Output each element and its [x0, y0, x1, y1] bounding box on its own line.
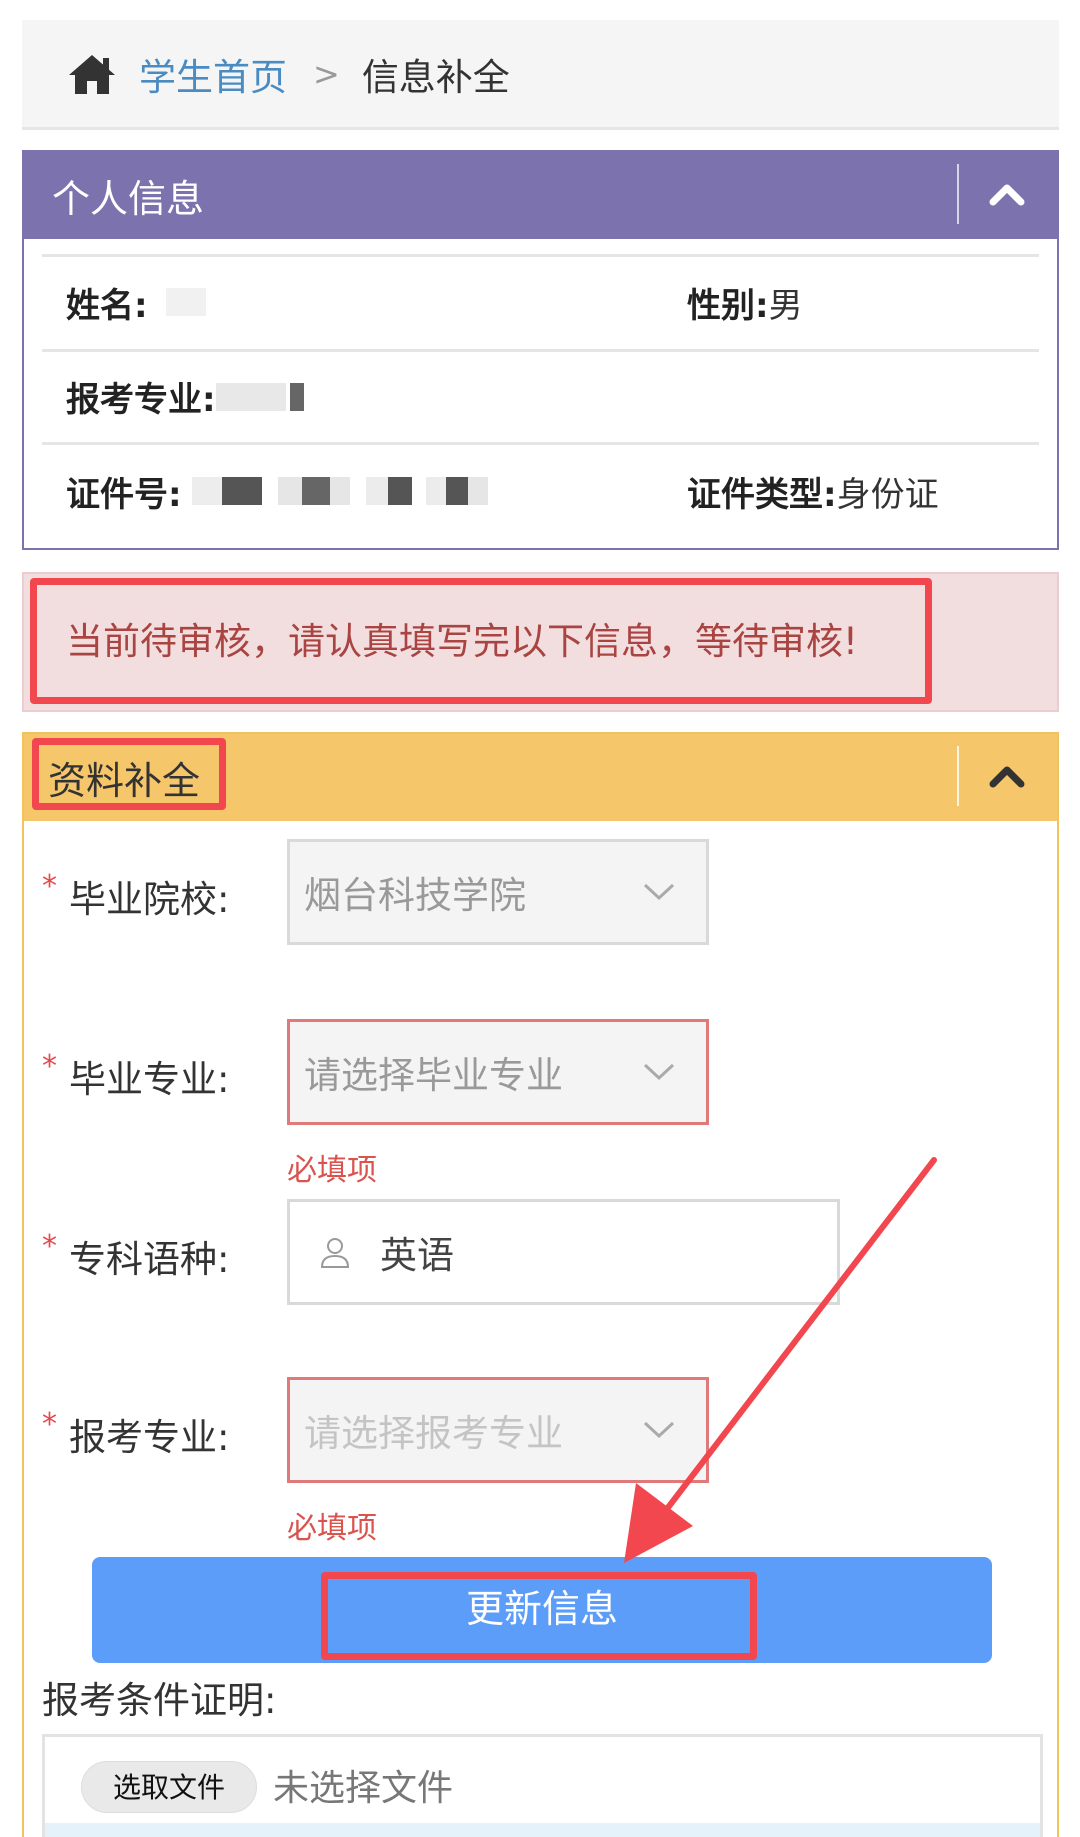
chevron-up-icon[interactable] — [977, 165, 1037, 225]
apply-major-label: * 报考专业: — [42, 1407, 229, 1461]
required-mark: * — [42, 1229, 57, 1264]
file-status: 未选择文件 — [273, 1768, 454, 1809]
apply-major-select[interactable]: 请选择报考专业 — [287, 1377, 709, 1483]
apply-major-label-text: 报考专业: — [69, 1416, 230, 1459]
header-divider — [957, 164, 959, 224]
id-redacted — [191, 477, 488, 505]
upload-strip — [45, 1823, 1040, 1837]
grad-major-error: 必填项 — [287, 1153, 377, 1188]
highlight-box-section-title — [32, 738, 226, 810]
language-label-text: 专科语种: — [69, 1238, 230, 1281]
home-icon[interactable] — [67, 52, 117, 96]
required-mark: * — [42, 869, 57, 904]
breadcrumb-current: 信息补全 — [361, 55, 510, 99]
upload-box: 选取文件 未选择文件 — [42, 1734, 1043, 1837]
grad-major-placeholder: 请选择毕业专业 — [304, 1054, 563, 1097]
personal-info-panel: 个人信息 姓名: 性别:男 报考专业: 证件号: 证件类型:身份证 — [22, 150, 1059, 550]
personal-info-header[interactable]: 个人信息 — [24, 152, 1057, 239]
upload-label: 报考条件证明: — [42, 1679, 277, 1722]
info-row-major: 报考专业: — [42, 349, 1039, 441]
apply-major-placeholder: 请选择报考专业 — [304, 1412, 563, 1455]
chevron-up-icon[interactable] — [977, 747, 1037, 807]
language-value: 英语 — [380, 1234, 454, 1277]
name-label: 姓名: — [66, 285, 148, 326]
choose-file-button[interactable]: 选取文件 — [81, 1761, 257, 1813]
grad-major-select[interactable]: 请选择毕业专业 — [287, 1019, 709, 1125]
breadcrumb-separator: > — [313, 54, 340, 93]
major-redacted — [215, 382, 286, 411]
required-mark: * — [42, 1407, 57, 1442]
gender-label: 性别: — [687, 285, 769, 326]
info-row-name: 姓名: 性别:男 — [42, 254, 1039, 347]
breadcrumb: 学生首页 > 信息补全 — [22, 20, 1059, 130]
user-icon — [320, 1238, 350, 1268]
school-label-text: 毕业院校: — [69, 878, 230, 921]
chevron-down-icon — [643, 1421, 675, 1439]
grad-major-label-text: 毕业专业: — [69, 1058, 230, 1101]
language-input[interactable]: 英语 — [287, 1199, 840, 1305]
personal-info-title: 个人信息 — [52, 177, 205, 221]
id-label: 证件号: — [66, 474, 182, 515]
school-value: 烟台科技学院 — [304, 874, 526, 917]
school-select[interactable]: 烟台科技学院 — [287, 839, 709, 945]
name-redacted — [165, 288, 206, 316]
school-label: * 毕业院校: — [42, 869, 229, 923]
highlight-box-alert — [30, 578, 932, 704]
header-divider — [957, 746, 959, 806]
info-row-id: 证件号: 证件类型:身份证 — [42, 442, 1039, 537]
grad-major-label: * 毕业专业: — [42, 1049, 229, 1103]
required-mark: * — [42, 1049, 57, 1084]
id-type-value: 身份证 — [836, 474, 939, 515]
breadcrumb-home-link[interactable]: 学生首页 — [139, 47, 287, 101]
supplement-panel: 资料补全 * 毕业院校: 烟台科技学院 * 毕业专业: 请选择毕业专业 必填项 * 专… — [22, 732, 1059, 1837]
chevron-down-icon — [643, 883, 675, 901]
chevron-down-icon — [643, 1063, 675, 1081]
major-redacted-2 — [289, 382, 304, 411]
id-type-label: 证件类型: — [687, 474, 837, 515]
major-label: 报考专业: — [66, 380, 216, 420]
apply-major-error: 必填项 — [287, 1511, 377, 1546]
gender-value: 男 — [768, 285, 803, 326]
highlight-box-update-button — [321, 1572, 757, 1660]
language-label: * 专科语种: — [42, 1229, 229, 1283]
